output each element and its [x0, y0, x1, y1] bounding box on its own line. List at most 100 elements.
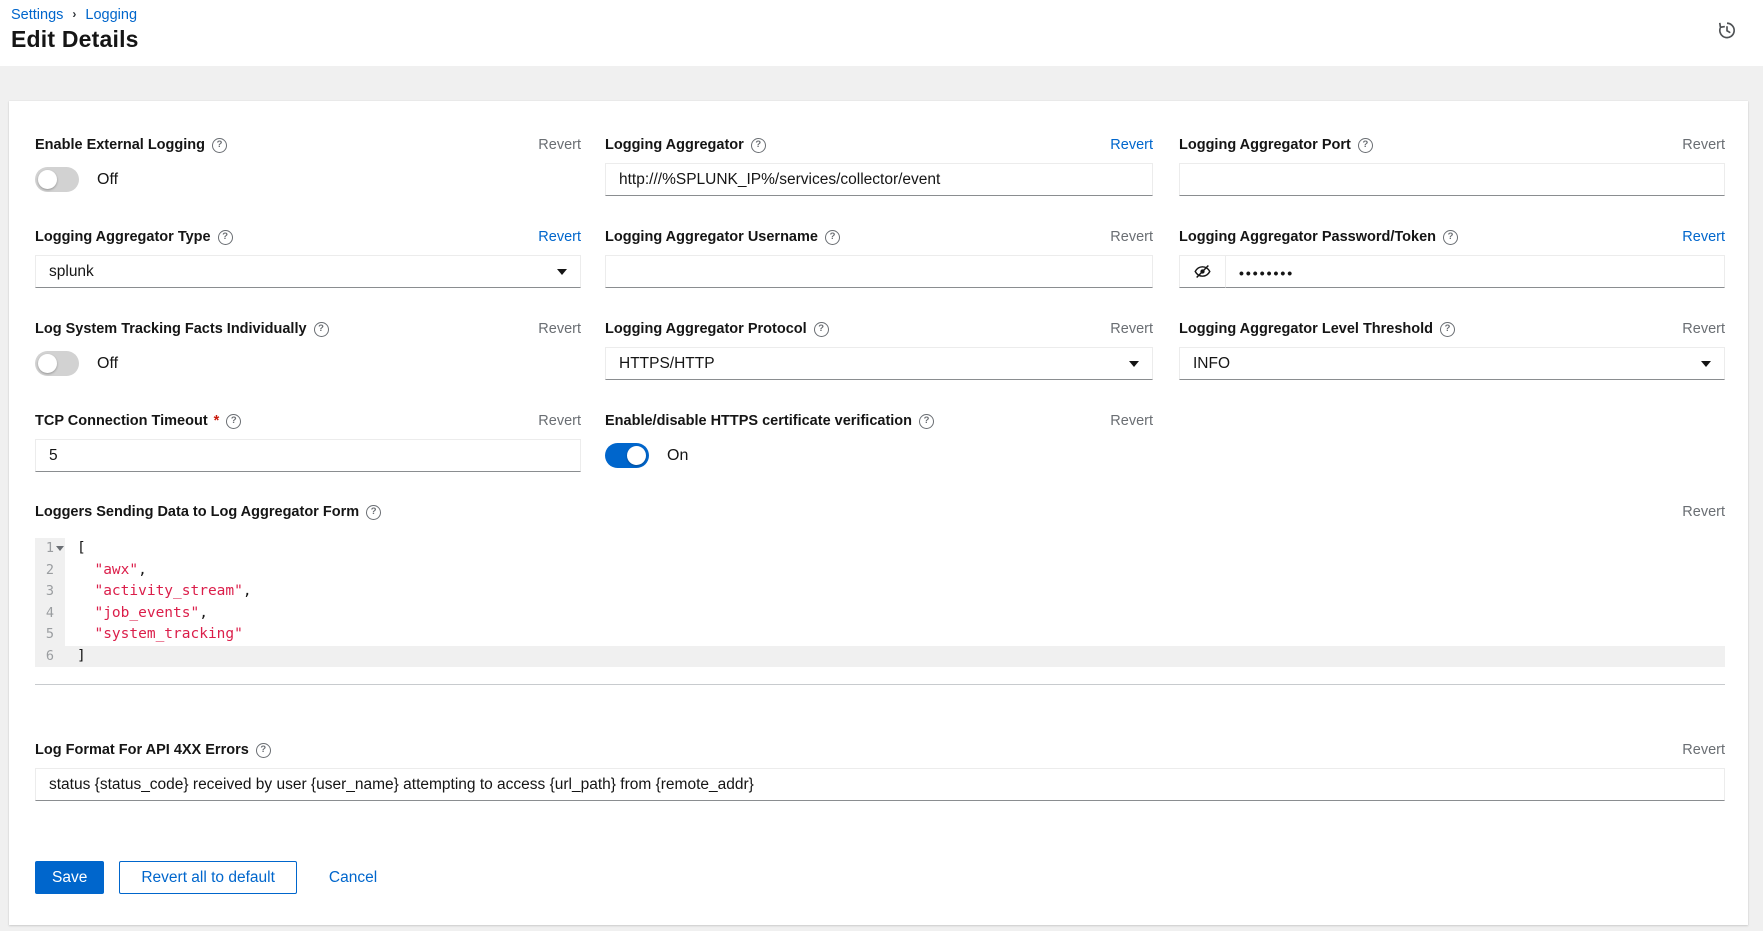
field-logging-aggregator-protocol: Logging Aggregator Protocol? Revert HTTP… — [605, 321, 1153, 380]
editor-line: 3 "activity_stream", — [35, 581, 1725, 603]
history-button[interactable] — [1715, 18, 1739, 42]
field-logging-aggregator-type: Logging Aggregator Type? Revert splunk — [35, 229, 581, 288]
line-number: 3 — [35, 581, 65, 603]
logging-aggregator-password-input[interactable] — [1225, 255, 1725, 288]
selected-value: HTTPS/HTTP — [619, 355, 715, 373]
revert-button[interactable]: Revert — [1110, 137, 1153, 153]
cancel-button[interactable]: Cancel — [329, 861, 377, 894]
edit-details-card: Enable External Logging? Revert Off Logg… — [9, 101, 1748, 925]
enable-external-logging-toggle[interactable] — [35, 167, 79, 192]
field-logging-aggregator-password: Logging Aggregator Password/Token? Rever… — [1179, 229, 1725, 288]
help-icon[interactable]: ? — [314, 322, 329, 337]
field-label: Log Format For API 4XX Errors — [35, 742, 249, 758]
page-title: Edit Details — [11, 26, 139, 53]
help-icon[interactable]: ? — [1443, 230, 1458, 245]
revert-button: Revert — [1110, 413, 1153, 429]
logging-aggregator-input[interactable] — [605, 163, 1153, 196]
fold-caret-icon[interactable] — [56, 546, 64, 551]
selected-value: splunk — [49, 263, 94, 281]
breadcrumb-link-settings[interactable]: Settings — [11, 7, 63, 23]
show-password-button[interactable] — [1179, 255, 1225, 288]
revert-button[interactable]: Revert — [538, 229, 581, 245]
line-number: 4 — [35, 603, 65, 625]
tcp-connection-timeout-input[interactable] — [35, 439, 581, 472]
revert-all-button[interactable]: Revert all to default — [119, 861, 297, 894]
selected-value: INFO — [1193, 355, 1230, 373]
toggle-knob — [38, 354, 57, 373]
field-label: TCP Connection Timeout — [35, 413, 208, 429]
page-header: Settings › Logging Edit Details — [0, 0, 1763, 66]
field-tcp-connection-timeout: TCP Connection Timeout *? Revert — [35, 413, 581, 472]
toggle-state-label: On — [667, 447, 688, 465]
field-label: Enable External Logging — [35, 137, 205, 153]
line-number: 1 — [35, 538, 65, 560]
field-logging-aggregator-username: Logging Aggregator Username? Revert — [605, 229, 1153, 288]
help-icon[interactable]: ? — [226, 414, 241, 429]
form-actions: Save Revert all to default Cancel — [35, 861, 377, 894]
caret-down-icon — [557, 269, 567, 275]
revert-button: Revert — [1110, 321, 1153, 337]
log-format-4xx-input[interactable] — [35, 768, 1725, 801]
line-number: 6 — [35, 646, 65, 668]
editor-line: 1 [ — [35, 538, 1725, 560]
revert-button: Revert — [538, 413, 581, 429]
help-icon[interactable]: ? — [218, 230, 233, 245]
save-button[interactable]: Save — [35, 861, 104, 894]
help-icon[interactable]: ? — [751, 138, 766, 153]
logging-aggregator-protocol-select[interactable]: HTTPS/HTTP — [605, 347, 1153, 380]
revert-button: Revert — [538, 137, 581, 153]
logging-aggregator-type-select[interactable]: splunk — [35, 255, 581, 288]
revert-button: Revert — [1682, 137, 1725, 153]
field-label: Loggers Sending Data to Log Aggregator F… — [35, 504, 359, 520]
field-log-system-tracking: Log System Tracking Facts Individually? … — [35, 321, 581, 380]
field-label: Logging Aggregator Type — [35, 229, 211, 245]
logging-aggregator-username-input[interactable] — [605, 255, 1153, 288]
logging-aggregator-port-input[interactable] — [1179, 163, 1725, 196]
field-logging-aggregator-port: Logging Aggregator Port? Revert — [1179, 137, 1725, 196]
toggle-knob — [627, 446, 646, 465]
help-icon[interactable]: ? — [1358, 138, 1373, 153]
help-icon[interactable]: ? — [919, 414, 934, 429]
revert-button: Revert — [1682, 321, 1725, 337]
logging-aggregator-level-select[interactable]: INFO — [1179, 347, 1725, 380]
field-logging-aggregator-level: Logging Aggregator Level Threshold? Reve… — [1179, 321, 1725, 380]
revert-button: Revert — [1110, 229, 1153, 245]
field-label: Logging Aggregator Protocol — [605, 321, 807, 337]
help-icon[interactable]: ? — [1440, 322, 1455, 337]
eye-slash-icon — [1193, 262, 1212, 281]
help-icon[interactable]: ? — [212, 138, 227, 153]
field-label: Logging Aggregator Username — [605, 229, 818, 245]
log-system-tracking-toggle[interactable] — [35, 351, 79, 376]
line-number: 5 — [35, 624, 65, 646]
line-number: 2 — [35, 560, 65, 582]
field-label: Enable/disable HTTPS certificate verific… — [605, 413, 912, 429]
editor-line: 2 "awx", — [35, 560, 1725, 582]
editor-line: 5 "system_tracking" — [35, 624, 1725, 646]
revert-button[interactable]: Revert — [1682, 229, 1725, 245]
toggle-state-label: Off — [97, 355, 118, 373]
help-icon[interactable]: ? — [256, 743, 271, 758]
breadcrumb-link-logging[interactable]: Logging — [85, 7, 137, 23]
chevron-right-icon: › — [72, 7, 76, 21]
caret-down-icon — [1129, 361, 1139, 367]
help-icon[interactable]: ? — [814, 322, 829, 337]
loggers-code-editor[interactable]: 1 [ 2 "awx", 3 "activity_stream", 4 "job… — [35, 533, 1725, 685]
toggle-state-label: Off — [97, 171, 118, 189]
field-loggers-form: Loggers Sending Data to Log Aggregator F… — [35, 504, 1725, 530]
https-cert-verification-toggle[interactable] — [605, 443, 649, 468]
field-label: Logging Aggregator — [605, 137, 744, 153]
caret-down-icon — [1701, 361, 1711, 367]
field-label: Logging Aggregator Password/Token — [1179, 229, 1436, 245]
help-icon[interactable]: ? — [825, 230, 840, 245]
field-log-format-4xx: Log Format For API 4XX Errors? Revert — [35, 742, 1725, 801]
field-label: Log System Tracking Facts Individually — [35, 321, 307, 337]
breadcrumb: Settings › Logging — [11, 7, 137, 23]
help-icon[interactable]: ? — [366, 505, 381, 520]
field-https-cert-verification: Enable/disable HTTPS certificate verific… — [605, 413, 1153, 472]
toggle-knob — [38, 170, 57, 189]
revert-button: Revert — [1682, 504, 1725, 520]
required-asterisk: * — [214, 413, 220, 429]
field-label: Logging Aggregator Level Threshold — [1179, 321, 1433, 337]
history-icon — [1717, 20, 1737, 40]
logging-settings-page: Settings › Logging Edit Details Enable E… — [0, 0, 1763, 931]
